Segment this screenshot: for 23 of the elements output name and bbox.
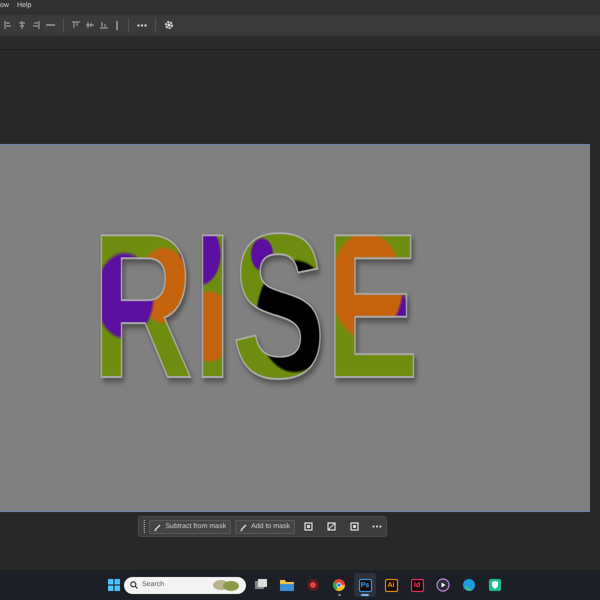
more-icon[interactable]	[372, 524, 382, 528]
settings-icon[interactable]	[164, 20, 174, 30]
search-icon	[130, 581, 138, 589]
leaves-drawing	[212, 578, 240, 592]
align-top-icon[interactable]	[72, 21, 80, 29]
brush-icon	[240, 522, 248, 530]
more-icon[interactable]	[137, 24, 147, 26]
align-bottom-icon[interactable]	[100, 21, 108, 29]
distribute-vertical-icon[interactable]	[114, 20, 120, 30]
record-icon	[306, 578, 320, 592]
align-right-icon[interactable]	[32, 21, 40, 29]
shield-icon	[488, 578, 502, 592]
browser-icon	[332, 578, 346, 592]
align-middle-icon[interactable]	[86, 21, 94, 29]
drag-handle-icon[interactable]	[143, 520, 146, 534]
play-icon	[436, 578, 450, 592]
task-view-icon	[254, 578, 268, 592]
folder-icon	[280, 578, 294, 592]
distribute-icon[interactable]	[46, 21, 55, 29]
windows-logo-icon[interactable]	[108, 579, 120, 591]
align-left-icon[interactable]	[4, 21, 12, 29]
brush-icon	[154, 522, 162, 530]
align-center-icon[interactable]	[18, 21, 26, 29]
